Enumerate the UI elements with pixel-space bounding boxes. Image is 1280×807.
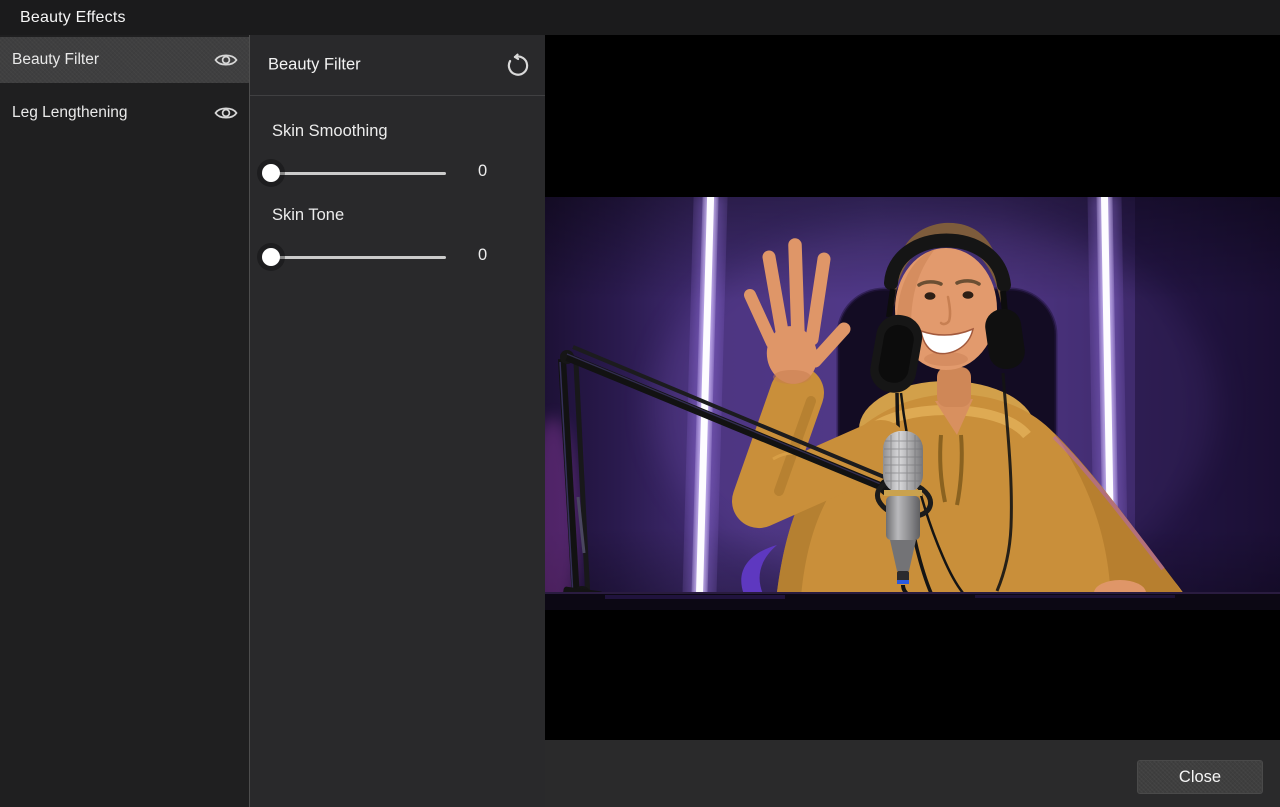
window-title: Beauty Effects: [20, 0, 126, 35]
slider-thumb[interactable]: [262, 164, 280, 182]
panel-header: Beauty Filter: [250, 35, 545, 96]
skin-smoothing-control: 0: [250, 160, 545, 186]
skin-smoothing-value: 0: [478, 162, 487, 181]
beauty-filter-panel: Beauty Filter Skin Smoothing 0 Skin Tone: [250, 35, 545, 807]
effects-sidebar: Beauty Filter Leg Lengthening: [0, 35, 250, 807]
desk: [545, 592, 1280, 610]
reset-counterclockwise-icon: [506, 53, 530, 77]
preview-scene-svg: [545, 197, 1280, 610]
slider-label-skin-smoothing: Skin Smoothing: [272, 122, 388, 141]
sidebar-item-leg-lengthening[interactable]: Leg Lengthening: [0, 89, 249, 136]
slider-thumb[interactable]: [262, 248, 280, 266]
skin-smoothing-slider[interactable]: [262, 160, 452, 186]
panel-title: Beauty Filter: [268, 56, 361, 75]
mic-grille: [883, 431, 923, 493]
eye-icon[interactable]: [214, 51, 238, 69]
preview-stage: Close: [545, 35, 1280, 807]
skin-tone-control: 0: [250, 244, 545, 270]
footer-bar: Close: [545, 740, 1280, 807]
eye-icon[interactable]: [214, 104, 238, 122]
mic-gold-ring: [884, 490, 922, 496]
eye-icon-glyph: [214, 51, 238, 69]
slider-track[interactable]: [271, 172, 446, 175]
sidebar-item-label: Leg Lengthening: [12, 104, 128, 122]
sidebar-item-beauty-filter[interactable]: Beauty Filter: [0, 37, 249, 83]
eye: [925, 292, 936, 300]
webcam-preview: [545, 35, 1280, 740]
skin-tone-slider[interactable]: [262, 244, 452, 270]
eye-icon-glyph: [214, 104, 238, 122]
beauty-effects-window: Beauty Effects Beauty Filter Leg Lengthe…: [0, 0, 1280, 807]
slider-label-skin-tone: Skin Tone: [272, 206, 344, 225]
skin-tone-value: 0: [478, 246, 487, 265]
reset-button[interactable]: [506, 53, 530, 77]
slider-track[interactable]: [271, 256, 446, 259]
sidebar-item-label: Beauty Filter: [12, 51, 99, 69]
finger: [795, 245, 798, 335]
mic-body: [886, 496, 920, 540]
eye: [963, 291, 974, 299]
close-button[interactable]: Close: [1137, 760, 1263, 794]
titlebar: Beauty Effects: [0, 0, 1280, 35]
